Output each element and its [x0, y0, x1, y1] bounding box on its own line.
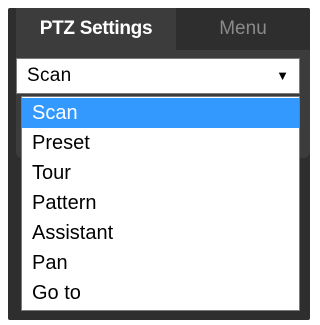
- option-scan[interactable]: Scan: [22, 98, 299, 128]
- dropdown-arrow-icon: ▼: [276, 68, 289, 83]
- ptz-mode-select[interactable]: Scan ▼: [16, 58, 300, 94]
- tab-ptz-settings[interactable]: PTZ Settings: [16, 8, 176, 50]
- ptz-mode-dropdown-list: Scan Preset Tour Pattern Assistant Pan G…: [21, 96, 300, 311]
- tab-menu[interactable]: Menu: [176, 8, 310, 50]
- option-pan[interactable]: Pan: [22, 248, 299, 278]
- option-pattern[interactable]: Pattern: [22, 188, 299, 218]
- option-go-to[interactable]: Go to: [22, 278, 299, 308]
- tab-bar: PTZ Settings Menu: [16, 8, 310, 50]
- option-tour[interactable]: Tour: [22, 158, 299, 188]
- option-preset[interactable]: Preset: [22, 128, 299, 158]
- select-current-value: Scan: [27, 65, 72, 86]
- option-assistant[interactable]: Assistant: [22, 218, 299, 248]
